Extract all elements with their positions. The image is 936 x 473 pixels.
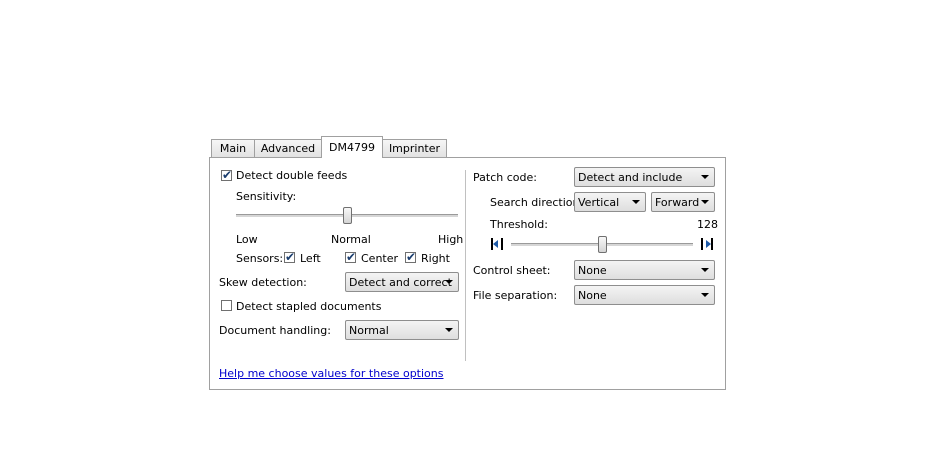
chevron-down-icon [445,328,453,332]
sensor-center-checkbox[interactable]: ✔ [345,250,357,264]
detect-double-feeds-label: Detect double feeds [236,169,348,182]
tab-dm4799[interactable]: DM4799 [321,136,383,158]
search-order-value: Forward [655,196,700,209]
skew-detection-value: Detect and correct [349,276,452,289]
detect-stapled-checkbox[interactable] [221,300,232,311]
tab-main[interactable]: Main [211,139,255,157]
chevron-down-icon [701,175,709,179]
sensitivity-high-label: High [438,233,464,246]
sensor-center-label: Center [361,252,399,265]
control-sheet-value: None [578,264,607,277]
patch-code-value: Detect and include [578,171,683,184]
checkmark-icon: ✔ [406,250,417,264]
document-handling-label: Document handling: [219,324,331,337]
sensitivity-low-label: Low [236,233,258,246]
chevron-down-icon [701,200,709,204]
chevron-down-icon [701,293,709,297]
tab-imprinter-label: Imprinter [388,142,441,155]
search-direction-value: Vertical [578,196,620,209]
chevron-down-icon [445,280,453,284]
search-order-dropdown[interactable]: Forward [651,192,715,212]
sensitivity-label: Sensitivity: [236,190,297,203]
document-handling-value: Normal [349,324,389,337]
sensors-label: Sensors: [236,252,284,265]
sensitivity-slider-thumb[interactable] [343,207,352,224]
sensor-left-label: Left [300,252,321,265]
tab-imprinter[interactable]: Imprinter [382,139,447,157]
checkmark-icon: ✔ [346,250,357,264]
checkmark-icon: ✔ [222,168,233,182]
tab-main-label: Main [219,142,247,155]
skew-detection-dropdown[interactable]: Detect and correct [345,272,459,292]
chevron-down-icon [632,200,640,204]
sensor-right-label: Right [421,252,450,265]
detect-stapled-label: Detect stapled documents [236,300,382,313]
file-separation-label: File separation: [473,289,558,302]
threshold-slider-thumb[interactable] [598,236,607,253]
file-separation-dropdown[interactable]: None [574,285,715,305]
control-sheet-dropdown[interactable]: None [574,260,715,280]
sensor-right-checkbox[interactable]: ✔ [405,250,417,264]
search-direction-label: Search direction: [490,196,584,209]
file-separation-value: None [578,289,607,302]
column-separator [465,170,466,361]
tab-dm4799-label: DM4799 [329,141,375,154]
threshold-value: 128 [697,218,718,231]
checkmark-icon: ✔ [285,250,296,264]
document-handling-dropdown[interactable]: Normal [345,320,459,340]
threshold-min-icon[interactable] [490,237,504,251]
tab-advanced-label: Advanced [260,142,316,155]
detect-double-feeds-checkbox[interactable]: ✔ [221,168,233,182]
skew-detection-label: Skew detection: [219,276,307,289]
chevron-down-icon [701,268,709,272]
sensitivity-normal-label: Normal [331,233,371,246]
sensor-left-checkbox[interactable]: ✔ [284,250,296,264]
threshold-label: Threshold: [490,218,548,231]
threshold-max-icon[interactable] [700,237,714,251]
help-link[interactable]: Help me choose values for these options [219,367,444,380]
search-direction-dropdown[interactable]: Vertical [574,192,646,212]
control-sheet-label: Control sheet: [473,264,551,277]
tab-advanced[interactable]: Advanced [254,139,322,157]
patch-code-label: Patch code: [473,171,537,184]
patch-code-dropdown[interactable]: Detect and include [574,167,715,187]
